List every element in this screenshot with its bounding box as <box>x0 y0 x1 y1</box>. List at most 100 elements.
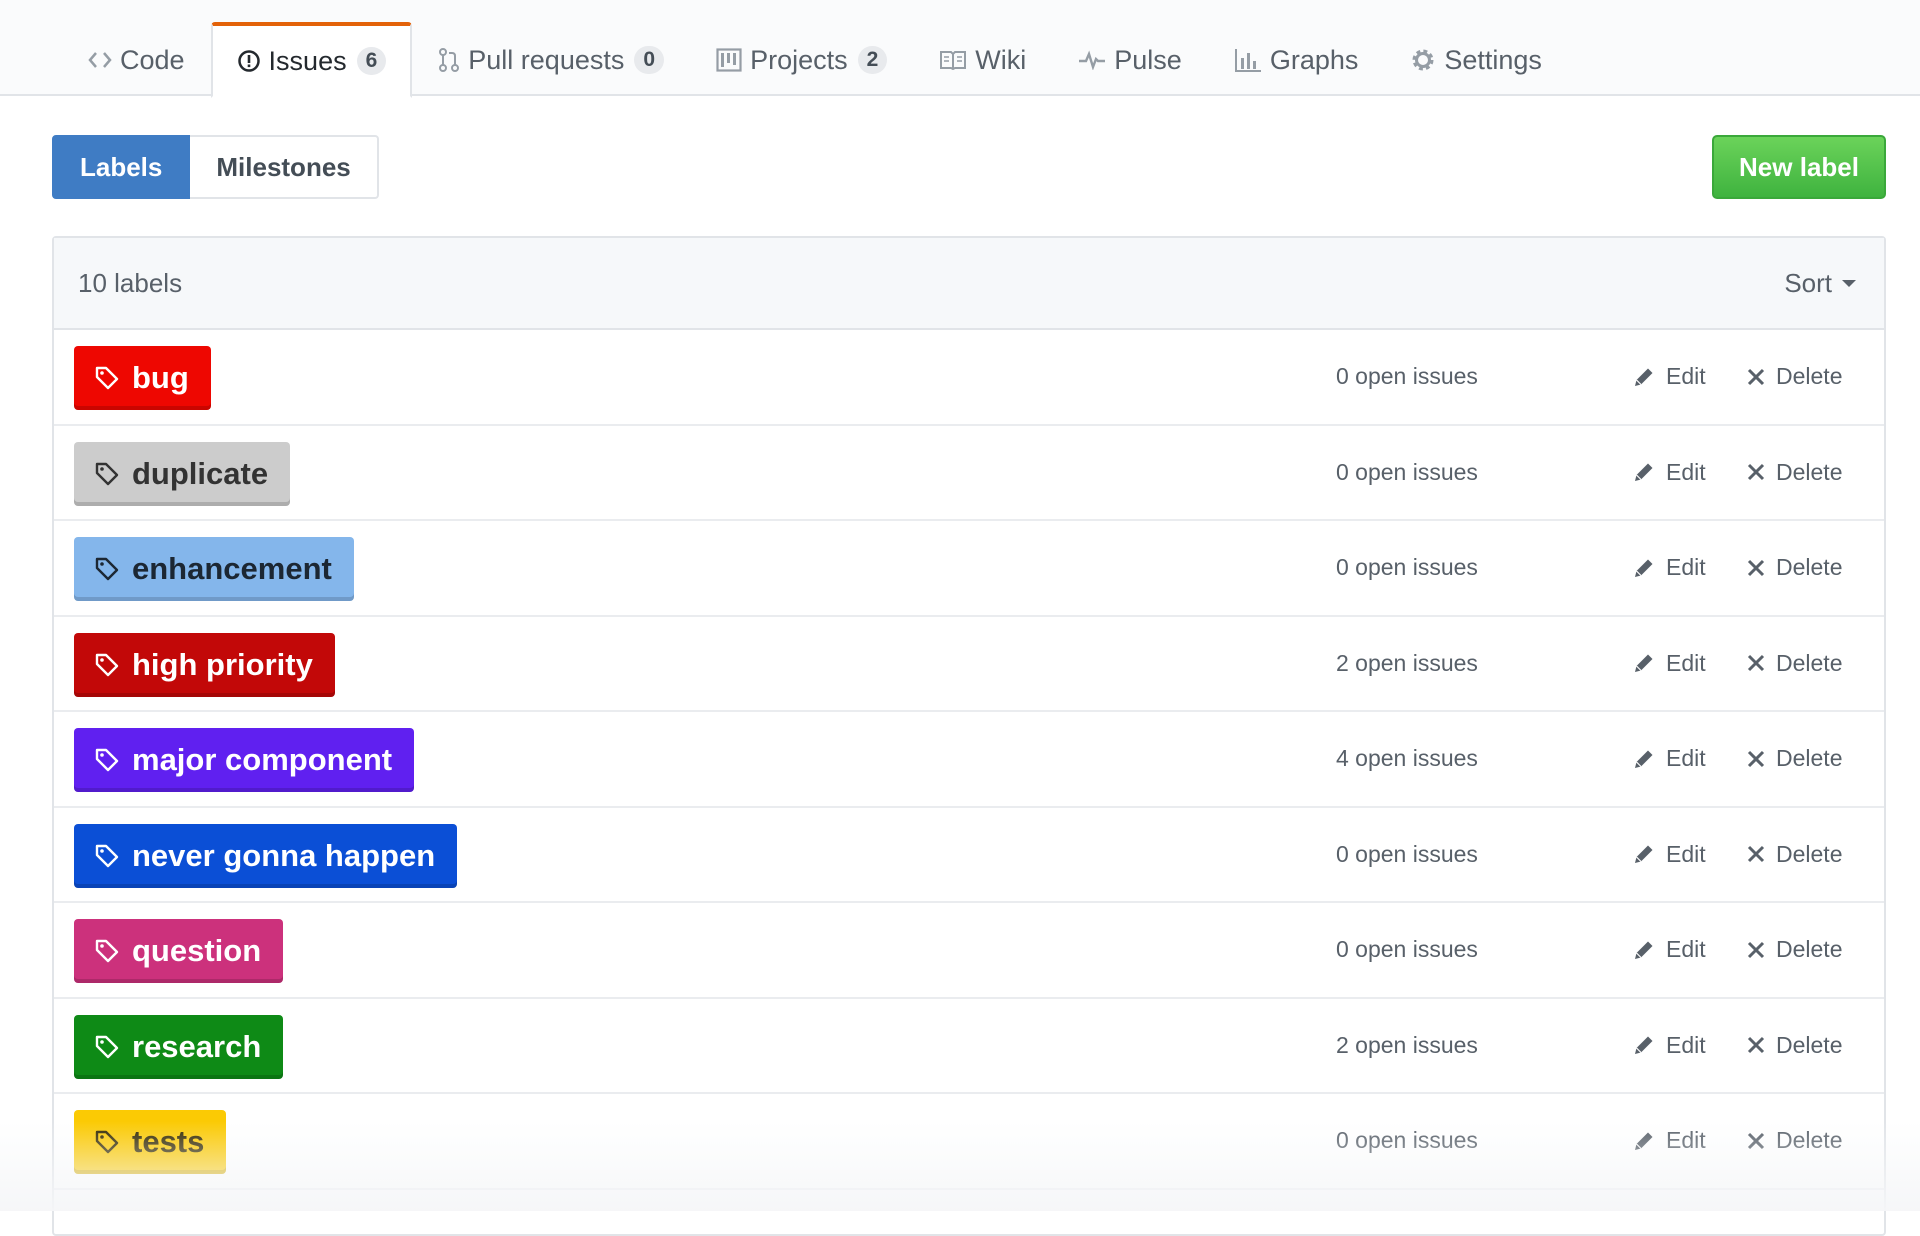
edit-label: Edit <box>1666 1127 1706 1153</box>
code-icon <box>88 50 112 70</box>
tab-pull-requests[interactable]: Pull requests 0 <box>412 22 690 96</box>
delete-label: Delete <box>1776 554 1843 580</box>
delete-button[interactable]: Delete <box>1746 999 1842 1092</box>
delete-label: Delete <box>1776 1127 1843 1153</box>
close-icon <box>1746 653 1766 673</box>
open-issues-link[interactable]: 0 open issues <box>1336 808 1478 901</box>
tag-icon <box>94 843 120 869</box>
label-name: enhancement <box>132 551 332 586</box>
close-icon <box>1746 940 1766 960</box>
pencil-icon <box>1632 747 1656 771</box>
label-name: never gonna happen <box>132 837 436 873</box>
label-name: question <box>132 933 262 968</box>
label-name: tests <box>132 1124 205 1159</box>
open-issues-link[interactable]: 2 open issues <box>1336 999 1478 1092</box>
pencil-icon <box>1632 938 1656 962</box>
edit-button[interactable]: Edit <box>1632 330 1706 423</box>
label-pill[interactable]: research <box>74 1014 284 1079</box>
open-issues-link[interactable]: 2 open issues <box>1336 617 1478 710</box>
edit-label: Edit <box>1666 840 1706 867</box>
label-pill[interactable]: enhancement <box>74 537 354 601</box>
edit-button[interactable]: Edit <box>1632 617 1706 710</box>
delete-button[interactable]: Delete <box>1746 521 1842 614</box>
open-issues-link[interactable]: 0 open issues <box>1336 1094 1478 1187</box>
label-pill[interactable]: major component <box>74 728 415 792</box>
repo-tabs: Code Issues 6 Pull requests 0 Projects 2 <box>62 22 1568 98</box>
label-row: tests 0 open issues Edit Delete <box>54 1094 1884 1190</box>
label-pill[interactable]: bug <box>74 346 211 410</box>
repo-nav: Code Issues 6 Pull requests 0 Projects 2 <box>0 0 1920 98</box>
git-pull-request-icon <box>438 47 460 73</box>
open-issues-link[interactable]: 0 open issues <box>1336 330 1478 423</box>
tab-settings[interactable]: Settings <box>1384 22 1568 96</box>
edit-button[interactable]: Edit <box>1632 426 1706 519</box>
open-issues-link[interactable]: 0 open issues <box>1336 426 1478 519</box>
labels-count: 10 labels <box>78 267 183 298</box>
issue-opened-icon <box>237 49 261 73</box>
tag-icon <box>94 747 120 773</box>
labels-list: 10 labels Sort bug 0 open issues Edit De… <box>52 236 1886 1236</box>
sort-dropdown[interactable]: Sort <box>1784 268 1856 299</box>
edit-label: Edit <box>1666 1031 1706 1058</box>
edit-label: Edit <box>1666 936 1706 962</box>
edit-button[interactable]: Edit <box>1632 1094 1706 1187</box>
open-issues-link[interactable]: 0 open issues <box>1336 521 1478 614</box>
label-pill[interactable]: never gonna happen <box>74 823 458 888</box>
tab-issues[interactable]: Issues 6 <box>210 22 413 98</box>
pencil-icon <box>1632 1033 1656 1057</box>
tab-projects[interactable]: Projects 2 <box>690 22 913 96</box>
labels-tab-button[interactable]: Labels <box>52 135 191 199</box>
tag-icon <box>94 1129 120 1155</box>
edit-label: Edit <box>1666 745 1706 771</box>
tag-icon <box>94 365 120 391</box>
label-name: research <box>132 1028 262 1064</box>
label-row: duplicate 0 open issues Edit Delete <box>54 426 1884 521</box>
delete-button[interactable]: Delete <box>1746 712 1842 805</box>
edit-button[interactable]: Edit <box>1632 999 1706 1092</box>
tag-icon <box>94 938 120 964</box>
pencil-icon <box>1632 556 1656 580</box>
tab-label: Wiki <box>975 44 1027 75</box>
open-issues-link[interactable]: 4 open issues <box>1336 712 1478 805</box>
labels-milestones-subnav: Labels Milestones <box>52 135 379 199</box>
open-issues-link[interactable]: 0 open issues <box>1336 903 1478 996</box>
delete-label: Delete <box>1776 840 1843 867</box>
book-icon <box>939 50 967 70</box>
edit-button[interactable]: Edit <box>1632 808 1706 901</box>
label-pill[interactable]: tests <box>74 1110 227 1174</box>
label-pill[interactable]: duplicate <box>74 441 291 506</box>
tab-code[interactable]: Code <box>62 22 211 96</box>
delete-button[interactable]: Delete <box>1746 426 1842 519</box>
delete-label: Delete <box>1776 458 1843 485</box>
new-label-button[interactable]: New label <box>1712 135 1886 199</box>
delete-button[interactable]: Delete <box>1746 617 1842 710</box>
label-pill[interactable]: high priority <box>74 632 335 697</box>
pulse-icon <box>1078 50 1106 70</box>
tab-label: Pulse <box>1114 44 1182 75</box>
tab-label: Code <box>120 44 185 75</box>
tag-icon <box>94 1034 120 1060</box>
edit-label: Edit <box>1666 363 1706 389</box>
tab-pulse[interactable]: Pulse <box>1052 22 1208 96</box>
delete-button[interactable]: Delete <box>1746 1094 1842 1187</box>
pencil-icon <box>1632 1129 1656 1153</box>
edit-button[interactable]: Edit <box>1632 712 1706 805</box>
graph-icon <box>1234 48 1262 72</box>
tab-wiki[interactable]: Wiki <box>913 22 1052 96</box>
caret-down-icon <box>1842 279 1856 287</box>
delete-button[interactable]: Delete <box>1746 330 1842 423</box>
label-pill[interactable]: question <box>74 919 284 983</box>
label-row: research 2 open issues Edit Delete <box>54 999 1884 1094</box>
edit-button[interactable]: Edit <box>1632 903 1706 996</box>
delete-button[interactable]: Delete <box>1746 808 1842 901</box>
label-name: bug <box>132 360 189 395</box>
edit-label: Edit <box>1666 458 1706 485</box>
tab-graphs[interactable]: Graphs <box>1208 22 1385 96</box>
milestones-tab-button[interactable]: Milestones <box>190 135 379 199</box>
edit-button[interactable]: Edit <box>1632 521 1706 614</box>
close-icon <box>1746 367 1766 387</box>
delete-button[interactable]: Delete <box>1746 903 1842 996</box>
close-icon <box>1746 749 1766 769</box>
project-icon <box>716 48 742 72</box>
label-row: never gonna happen 0 open issues Edit De… <box>54 808 1884 903</box>
